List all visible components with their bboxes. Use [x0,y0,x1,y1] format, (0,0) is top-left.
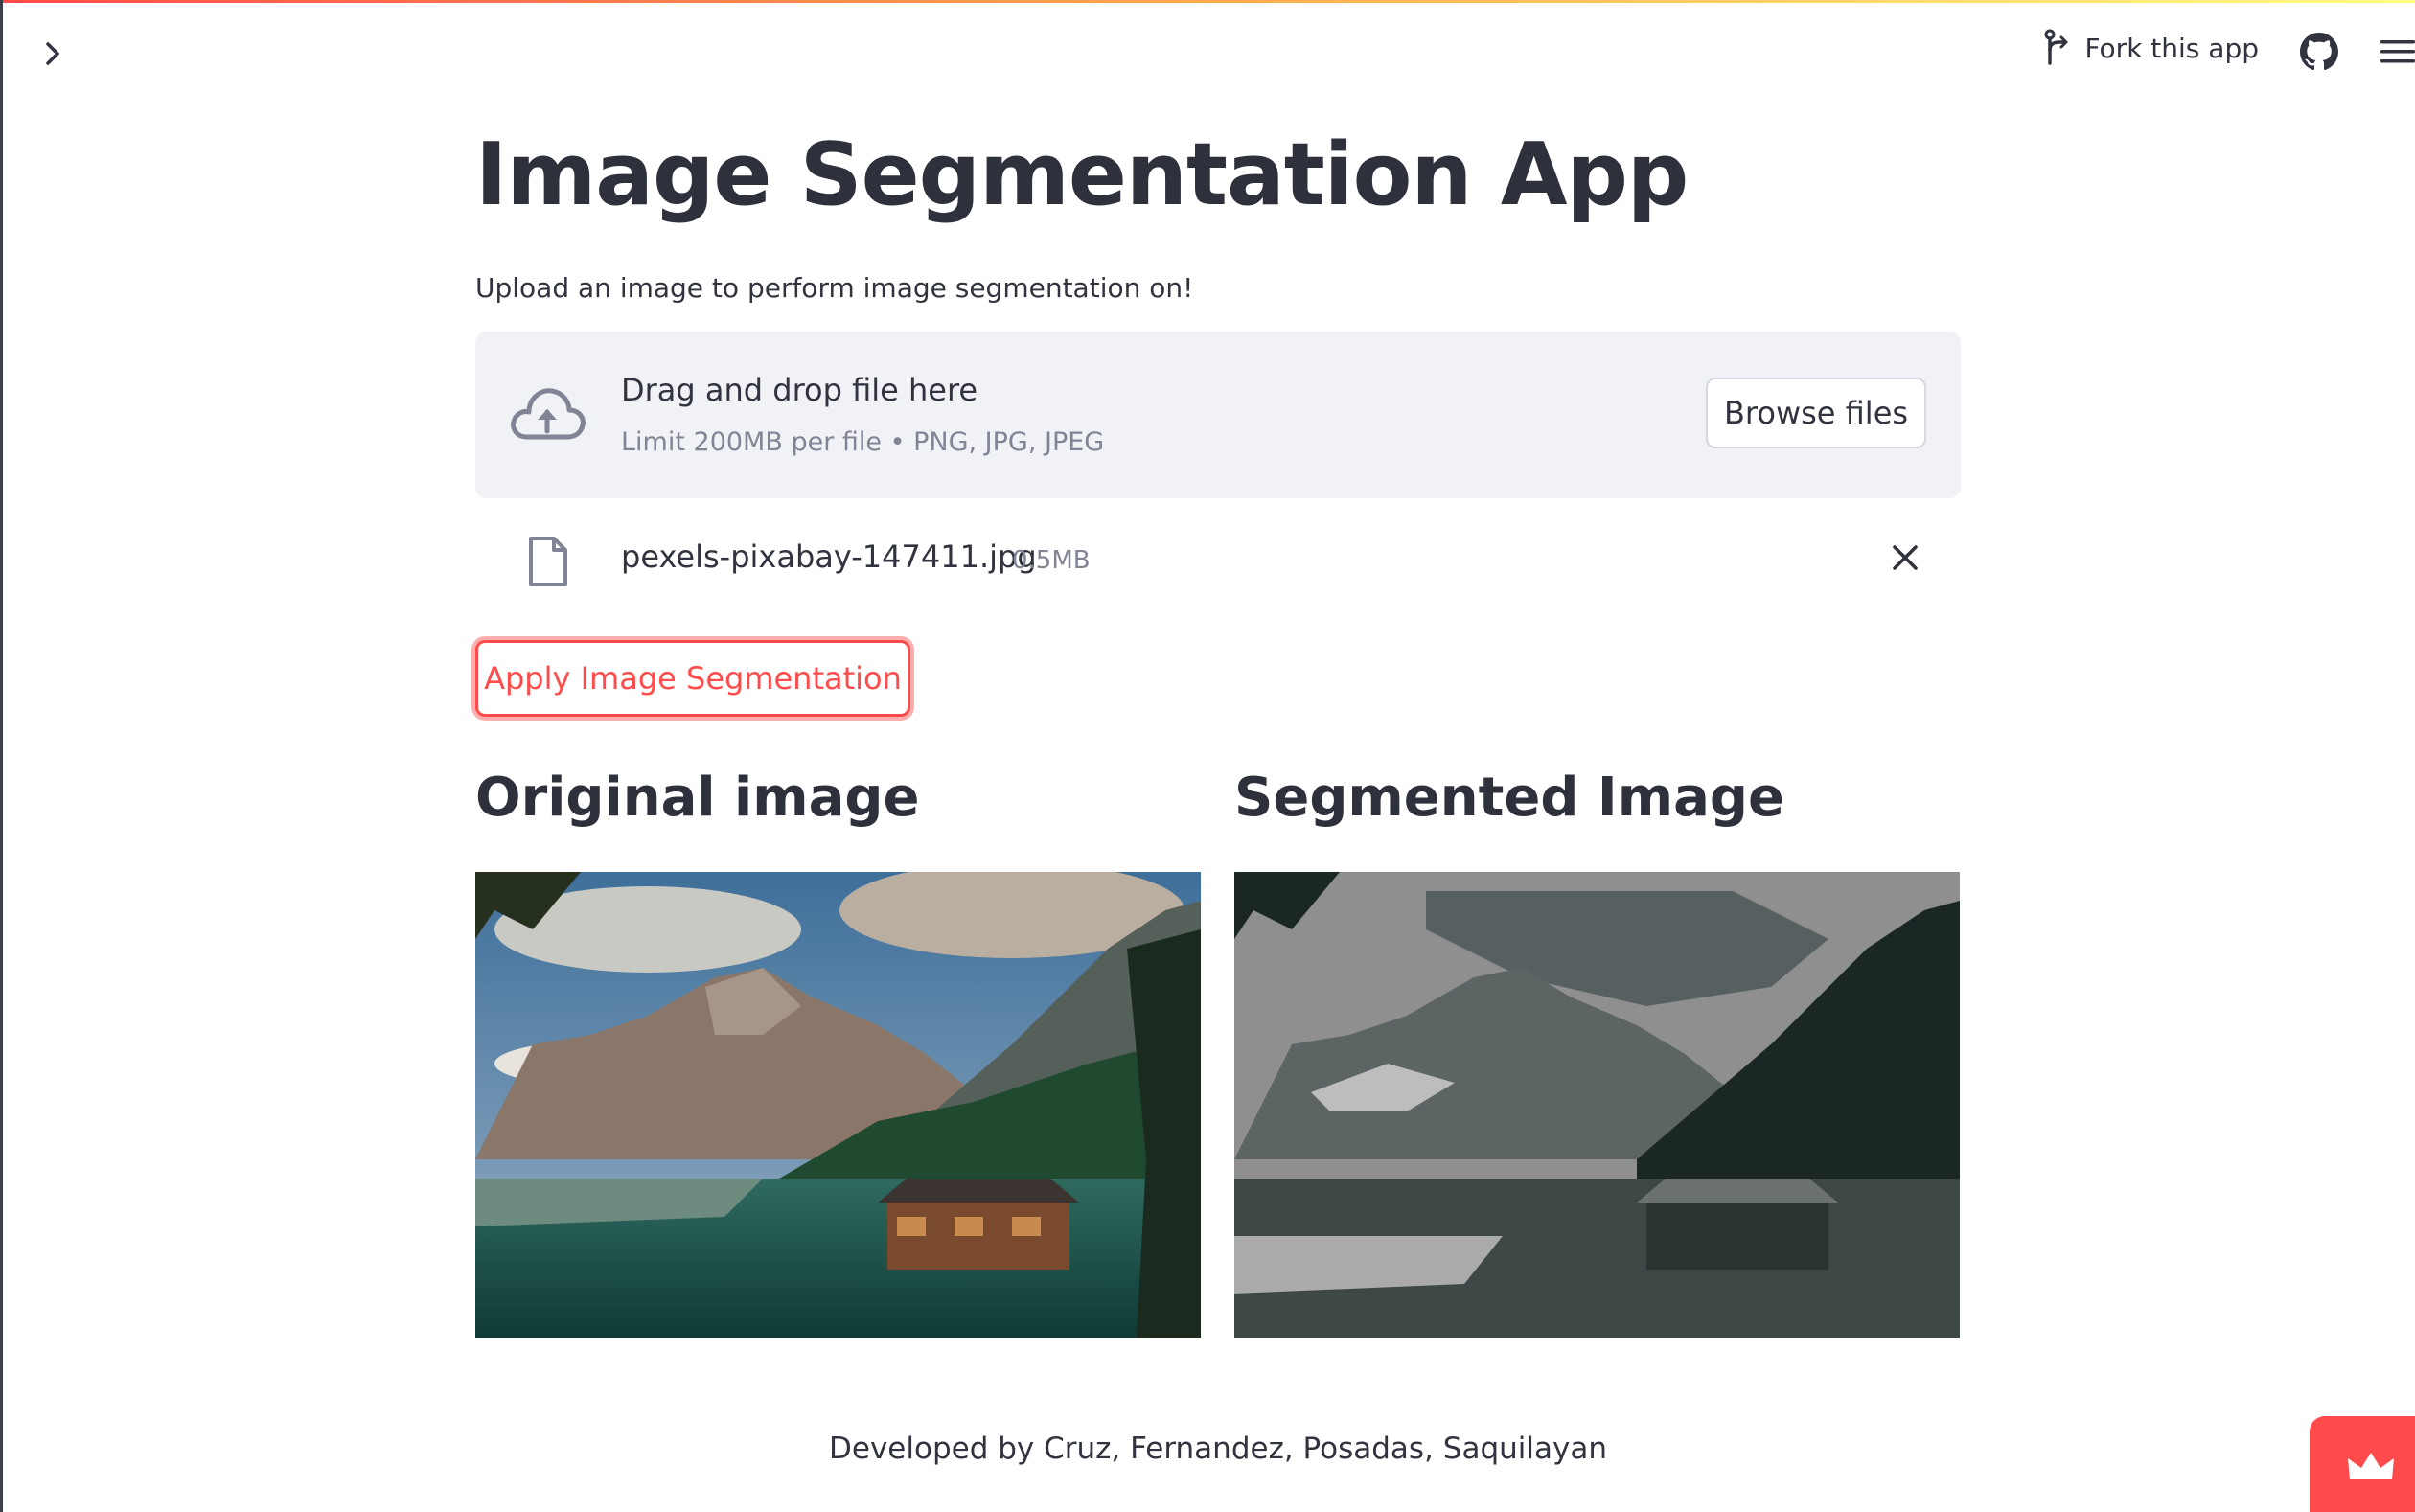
page-subtitle: Upload an image to perform image segment… [475,272,1194,304]
top-decoration-bar [0,0,2415,3]
uploaded-file-item: pexels-pixabay-147411.jpg 0.5MB [475,525,1961,592]
uploaded-file-size: 0.5MB [1012,546,1091,575]
dropzone-label: Drag and drop file here [621,372,978,408]
window-left-edge [0,0,3,1512]
github-button[interactable] [2300,33,2338,71]
segmented-image-heading: Segmented Image [1234,767,1784,829]
chevron-right-icon [46,42,59,65]
cloud-upload-icon [511,388,586,440]
streamlit-badge[interactable] [2310,1416,2415,1512]
apply-segmentation-button[interactable]: Apply Image Segmentation [475,640,910,717]
fork-icon [2044,29,2068,65]
fork-app-label: Fork this app [2084,32,2259,64]
file-icon [529,537,567,586]
fork-app-button[interactable]: Fork this app [2042,29,2259,67]
original-image [475,872,1201,1338]
dropzone-limit: Limit 200MB per file • PNG, JPG, JPEG [621,427,1105,457]
footer-credits: Developed by Cruz, Fernandez, Posadas, S… [829,1432,1607,1466]
uploaded-file-name: pexels-pixabay-147411.jpg [621,538,1037,575]
close-icon[interactable] [1890,542,1920,573]
hamburger-menu-icon [2380,40,2415,63]
sidebar-toggle-button[interactable] [34,34,73,73]
original-image-heading: Original image [475,767,920,829]
segmented-image [1234,872,1960,1338]
file-dropzone[interactable]: Drag and drop file here Limit 200MB per … [475,332,1961,498]
main-menu-button[interactable] [2377,36,2415,67]
crown-icon [2348,1453,2394,1479]
browse-files-button[interactable]: Browse files [1706,378,1926,448]
github-icon [2300,33,2338,71]
dropzone-instructions: Drag and drop file here Limit 200MB per … [621,372,1104,457]
page-title: Image Segmentation App [475,125,1689,225]
